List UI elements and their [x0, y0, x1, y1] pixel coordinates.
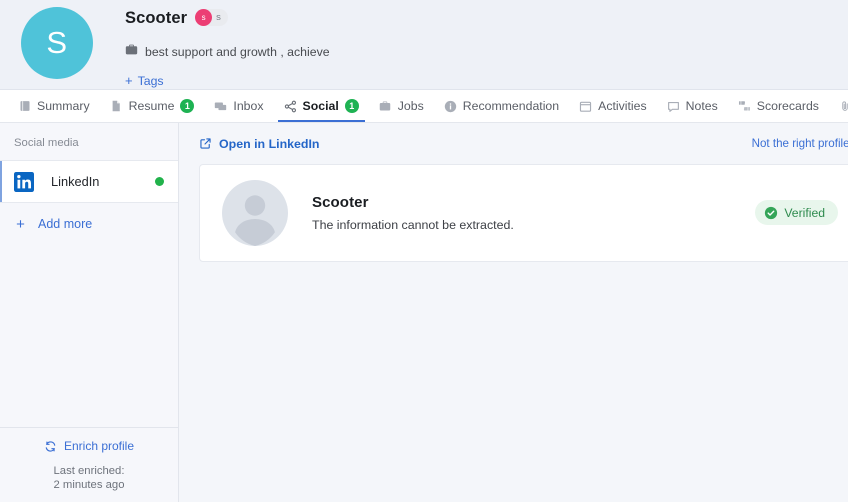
avatar-initial: S [46, 25, 68, 60]
enrich-meta-line1: Last enriched: [53, 464, 125, 477]
tab-attachments[interactable]: Attachments [829, 90, 848, 122]
tab-recommendation-label: Recommendation [462, 99, 560, 113]
document-icon [110, 100, 123, 113]
tab-notes[interactable]: Notes [657, 90, 728, 122]
enrich-meta: Last enriched: 2 minutes ago [0, 464, 178, 493]
status-badge-verified: Verified [755, 200, 838, 225]
tab-social-label: Social [302, 99, 339, 113]
social-sidebar: Social media LinkedIn + Add more Enrich … [0, 123, 179, 502]
note-icon [667, 100, 680, 113]
tab-activities[interactable]: Activities [569, 90, 657, 122]
verified-label: Verified [784, 205, 825, 220]
tab-social-badge: 1 [344, 99, 359, 113]
briefcase-icon [379, 100, 392, 113]
tags-row: + Tags [125, 72, 330, 90]
info-icon [444, 100, 457, 113]
tab-recommendation[interactable]: Recommendation [434, 90, 569, 122]
tab-summary[interactable]: Summary [8, 90, 100, 122]
tab-inbox-label: Inbox [233, 99, 264, 113]
summary-icon [18, 100, 31, 113]
main-toolbar: Open in LinkedIn Not the right profile? [199, 123, 848, 164]
add-tags-button[interactable]: + Tags [125, 74, 164, 88]
linkedin-profile-card: Scooter The information cannot be extrac… [199, 164, 848, 262]
add-more-button[interactable]: + Add more [0, 203, 178, 245]
tab-resume[interactable]: Resume 1 [100, 90, 205, 122]
calendar-icon [579, 100, 592, 113]
inbox-icon [214, 100, 227, 113]
sidebar-section-title: Social media [14, 137, 79, 149]
tab-scorecards[interactable]: Scorecards [728, 90, 829, 122]
sidebar-item-linkedin[interactable]: LinkedIn [0, 160, 178, 203]
tab-jobs-label: Jobs [397, 99, 424, 113]
add-tags-label: Tags [137, 73, 164, 88]
add-more-label: Add more [38, 217, 93, 231]
body-area: Social media LinkedIn + Add more Enrich … [0, 123, 848, 502]
source-badge-label: s [216, 11, 221, 23]
tab-scorecards-label: Scorecards [756, 99, 819, 113]
profile-header: S Scooter s s best support and growth , … [0, 0, 848, 90]
enrich-meta-line2: 2 minutes ago [53, 479, 125, 492]
headline-row: best support and growth , achieve [125, 43, 330, 61]
tab-summary-label: Summary [37, 99, 90, 113]
tab-bar: Summary Resume 1 Inbox Social 1 Jobs Rec… [0, 90, 848, 123]
not-right-profile-link[interactable]: Not the right profile? [752, 137, 848, 150]
tab-activities-label: Activities [598, 99, 647, 113]
plus-icon: + [16, 215, 25, 233]
share-icon [284, 100, 297, 113]
source-badge-dot: s [195, 8, 213, 26]
external-link-icon [199, 137, 212, 150]
linkedin-icon [14, 171, 34, 192]
open-in-linkedin-button[interactable]: Open in LinkedIn [199, 137, 320, 151]
check-circle-icon [764, 206, 778, 220]
candidate-profile-page: S Scooter s s best support and growth , … [0, 0, 848, 502]
avatar: S [21, 7, 93, 79]
tab-inbox[interactable]: Inbox [204, 90, 273, 122]
sidebar-item-linkedin-label: LinkedIn [51, 174, 100, 189]
enrich-profile-button[interactable]: Enrich profile [44, 439, 134, 453]
briefcase-icon [125, 43, 138, 61]
thumbs-icon [738, 100, 751, 113]
source-badge[interactable]: s s [195, 8, 228, 26]
enrich-profile-label: Enrich profile [63, 439, 135, 454]
tab-resume-label: Resume [128, 99, 175, 113]
open-in-linkedin-label: Open in LinkedIn [219, 136, 320, 151]
tab-resume-badge: 1 [180, 99, 195, 113]
tab-notes-label: Notes [685, 99, 718, 113]
page-title: Scooter [125, 8, 188, 27]
refresh-icon [44, 440, 57, 453]
tab-social[interactable]: Social 1 [274, 90, 369, 122]
plus-icon: + [125, 73, 133, 88]
tab-jobs[interactable]: Jobs [369, 90, 434, 122]
social-main-panel: Open in LinkedIn Not the right profile? … [179, 123, 848, 502]
name-row: Scooter s s [125, 6, 330, 30]
status-dot-connected [155, 177, 164, 186]
header-info: Scooter s s best support and growth , ac… [125, 5, 330, 90]
avatar-placeholder-icon [222, 180, 288, 246]
enrich-block: Enrich profile Last enriched: 2 minutes … [0, 427, 178, 502]
headline-text: best support and growth , achieve [145, 45, 330, 59]
paperclip-icon [839, 100, 848, 113]
